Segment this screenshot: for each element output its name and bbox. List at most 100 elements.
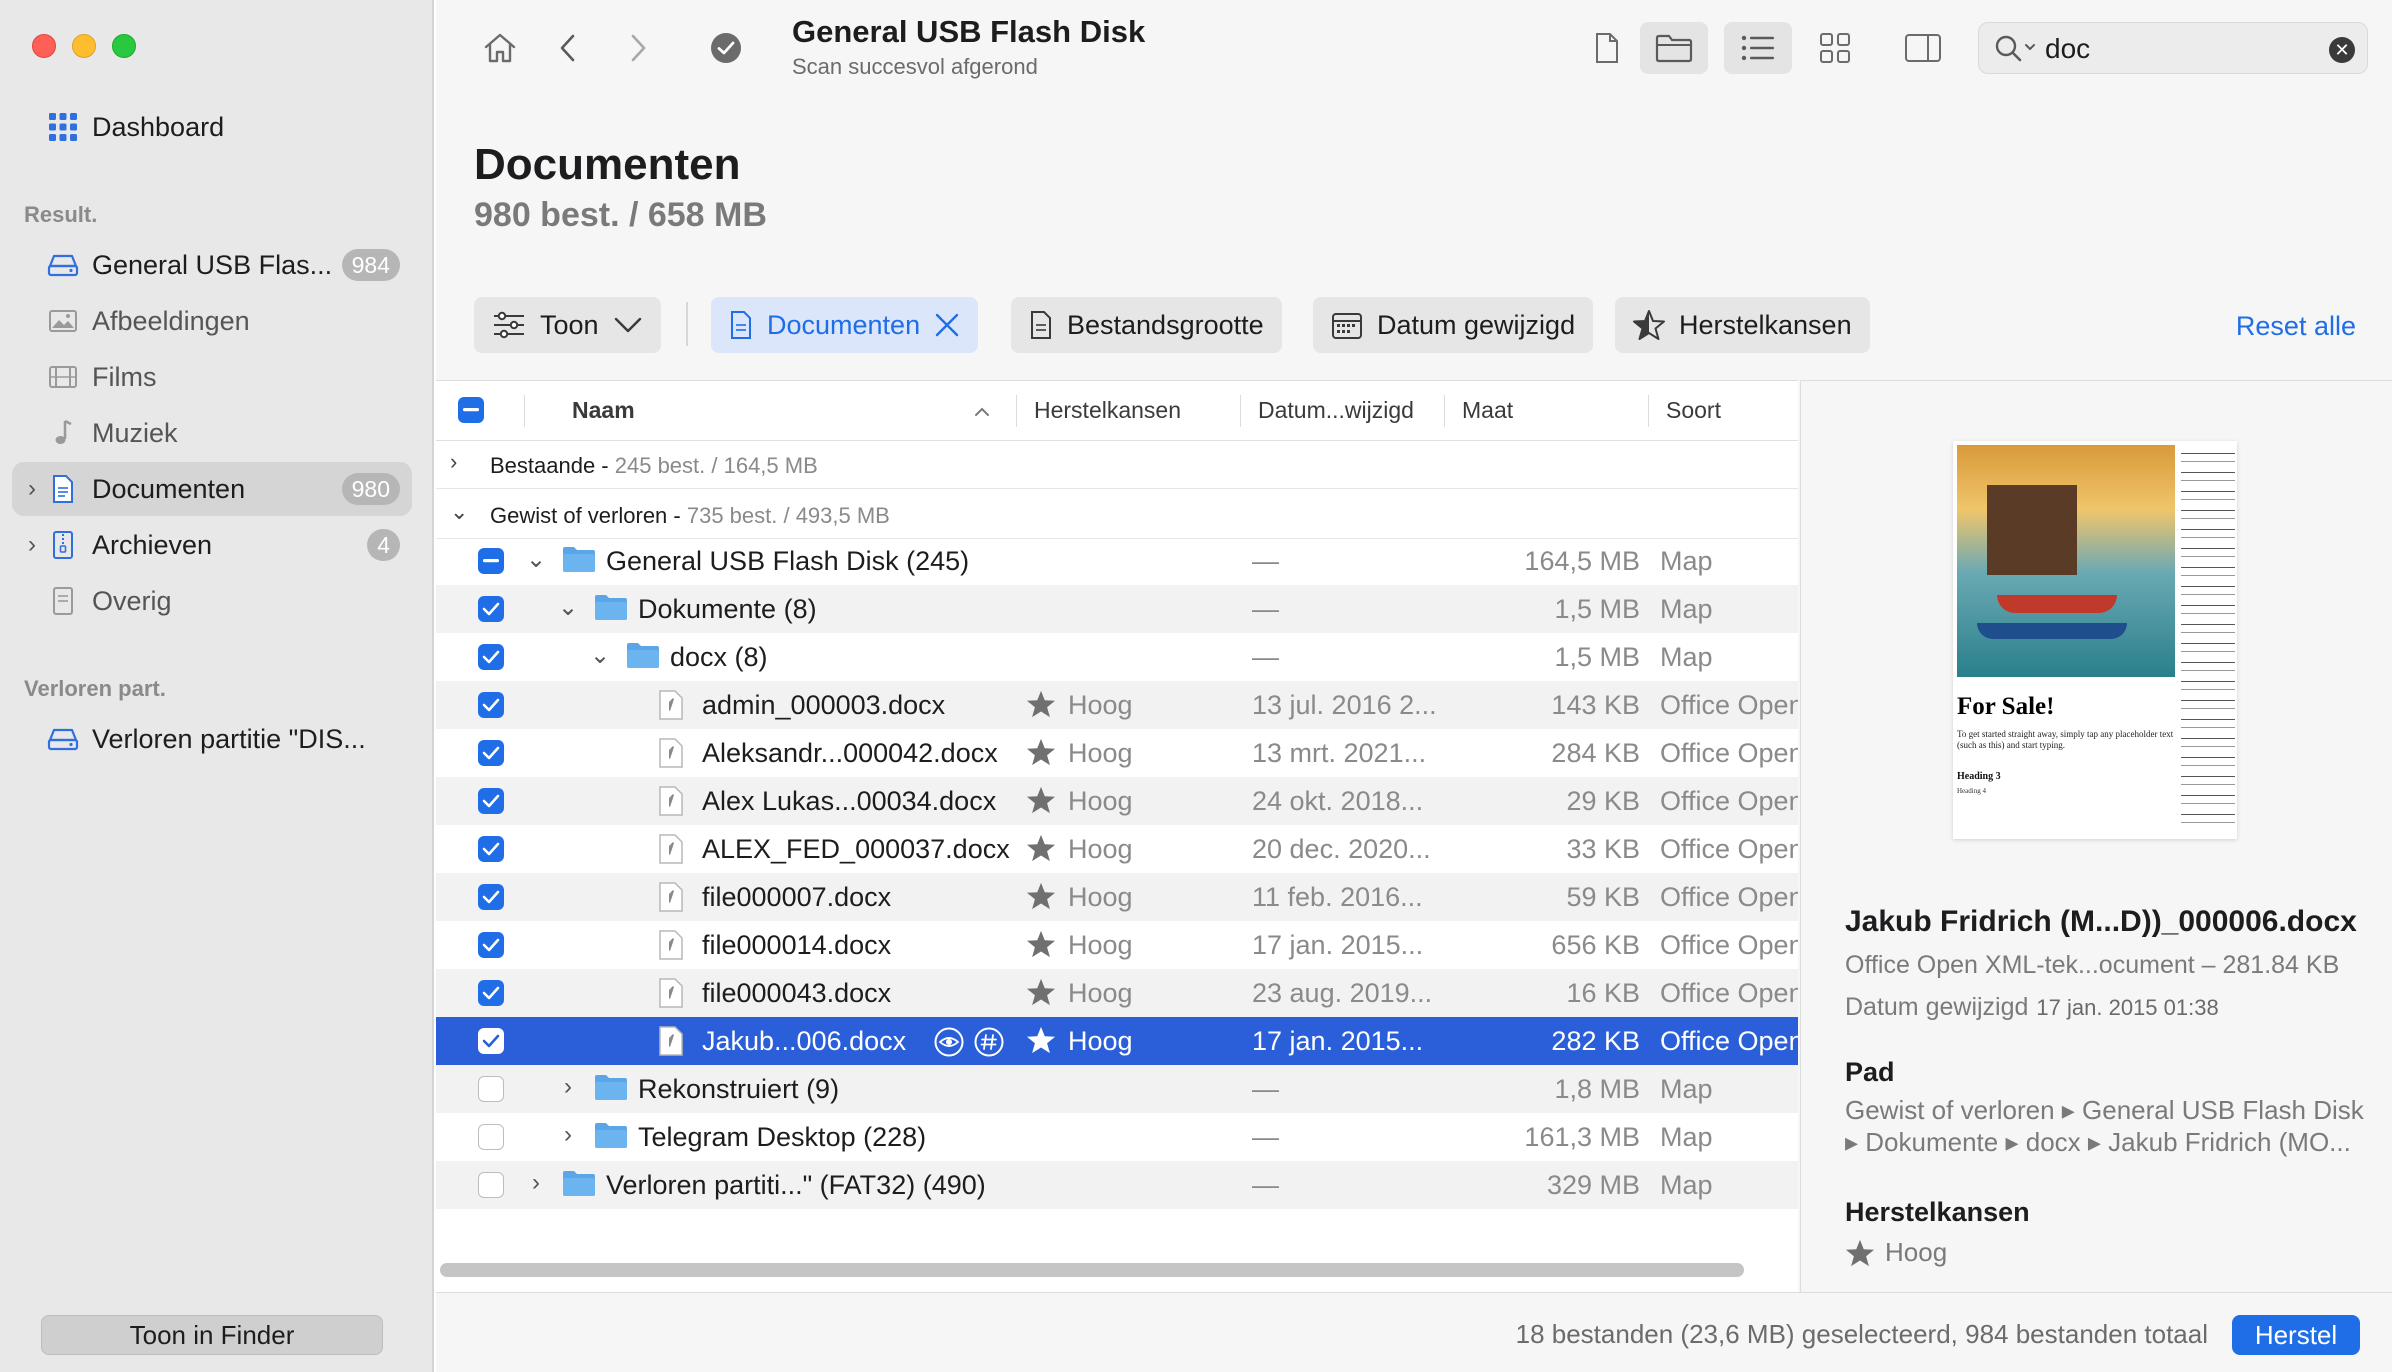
row-checkbox[interactable] [478,548,504,574]
toggle-preview-button[interactable] [1894,22,1952,74]
sidebar-item-lost-partition[interactable]: Verloren partitie "DIS... [12,712,412,766]
docx-file-icon [659,786,683,816]
column-datum[interactable]: Datum...wijzigd [1258,397,1414,424]
minimize-window-button[interactable] [72,34,96,58]
toon-filter-button[interactable]: Toon [474,297,661,353]
sliders-icon [494,311,524,339]
sidebar-item-films[interactable]: Films [12,350,412,404]
table-row-selected[interactable]: Jakub...006.docx Hoog 17 jan. 2015... 28… [436,1017,1798,1065]
table-row[interactable]: ⌄ Dokumente (8) — 1,5 MB Map [436,585,1798,633]
chevron-right-icon[interactable]: › [556,1073,580,1101]
row-checkbox[interactable] [478,1124,504,1150]
table-row[interactable]: file000014.docx Hoog 17 jan. 2015... 656… [436,921,1798,969]
preview-date-value: 17 jan. 2015 01:38 [2036,995,2219,1020]
zoom-window-button[interactable] [112,34,136,58]
clear-search-icon[interactable]: ✕ [2329,37,2355,63]
group-gewist-of-verloren[interactable]: ⌄ Gewist of verloren - 735 best. / 493,5… [436,491,1798,539]
file-kind: Map [1660,1170,1713,1200]
row-checkbox[interactable] [478,1028,504,1054]
row-checkbox[interactable] [478,1076,504,1102]
chevron-down-icon[interactable]: ⌄ [588,641,612,670]
row-checkbox[interactable] [478,596,504,622]
sidebar-item-usb-disk[interactable]: General USB Flas... 984 [12,238,412,292]
column-maat[interactable]: Maat [1462,397,1513,424]
table-row[interactable]: file000007.docx Hoog 11 feb. 2016... 59 … [436,873,1798,921]
search-field[interactable]: ✕ [1978,22,2368,74]
group-bestaande[interactable]: › Bestaande - 245 best. / 164,5 MB [436,441,1798,489]
horizontal-scrollbar[interactable] [440,1263,1744,1277]
sidebar-item-documenten[interactable]: › Documenten 980 [12,462,412,516]
table-row[interactable]: file000043.docx Hoog 23 aug. 2019... 16 … [436,969,1798,1017]
grid-view-button[interactable] [1806,22,1864,74]
chevron-right-icon[interactable]: › [22,531,42,559]
select-all-checkbox[interactable] [458,397,484,423]
sidebar-item-overig[interactable]: Overig [12,574,412,628]
row-checkbox[interactable] [478,980,504,1006]
reset-all-link[interactable]: Reset alle [2236,311,2356,342]
row-checkbox[interactable] [478,644,504,670]
sidebar-item-dashboard[interactable]: Dashboard [12,100,412,154]
hash-icon[interactable] [974,1027,1004,1057]
group-label: Gewist of verloren - 735 best. / 493,5 M… [490,503,890,529]
file-name: file000014.docx [702,930,892,960]
search-input[interactable] [2045,31,2315,67]
table-row[interactable]: › Verloren partiti..." (FAT32) (490) — 3… [436,1161,1798,1209]
docx-file-icon [659,834,683,864]
chevron-right-icon[interactable]: › [22,475,42,503]
file-table: Naam Herstelkansen Datum...wijzigd Maat … [436,380,1798,1292]
row-checkbox[interactable] [478,836,504,862]
table-row[interactable]: Alex Lukas...00034.docx Hoog 24 okt. 201… [436,777,1798,825]
forward-button[interactable] [616,22,660,74]
chevron-right-icon[interactable]: › [556,1121,580,1149]
close-window-button[interactable] [32,34,56,58]
chevron-right-icon[interactable]: › [524,1169,548,1197]
column-soort[interactable]: Soort [1666,397,1721,424]
table-row[interactable]: ⌄ docx (8) — 1,5 MB Map [436,633,1798,681]
table-row[interactable]: admin_000003.docx Hoog 13 jul. 2016 2...… [436,681,1798,729]
column-naam[interactable]: Naam [572,397,635,424]
folder-view-button[interactable] [1640,22,1708,74]
row-checkbox[interactable] [478,1172,504,1198]
star-icon [1026,930,1056,958]
sort-ascending-icon[interactable] [974,407,990,417]
eye-icon[interactable] [934,1027,964,1057]
recovery-chance: Hoog [1068,930,1133,960]
table-row[interactable]: ALEX_FED_000037.docx Hoog 20 dec. 2020..… [436,825,1798,873]
datum-filter-button[interactable]: Datum gewijzigd [1313,297,1594,353]
chevron-down-icon[interactable]: ⌄ [524,545,548,574]
recover-button[interactable]: Herstel [2232,1315,2360,1355]
list-view-button[interactable] [1724,22,1792,74]
thumbnail-title: For Sale! [1957,693,2055,720]
scan-complete-status [704,22,748,74]
file-view-button[interactable] [1578,22,1636,74]
herstelkansen-filter-button[interactable]: Herstelkansen [1615,297,1870,353]
file-date: — [1252,594,1279,624]
search-icon[interactable] [1993,33,2041,70]
documenten-filter-chip[interactable]: Documenten [711,297,979,353]
chevron-down-icon[interactable]: ⌄ [556,593,580,622]
sidebar-item-label: Dashboard [92,111,225,142]
home-button[interactable] [474,22,526,74]
row-checkbox[interactable] [478,884,504,910]
folder-icon [595,1075,627,1100]
row-checkbox[interactable] [478,788,504,814]
preview-panel: For Sale! To get started straight away, … [1800,380,2392,1292]
chevron-right-icon[interactable]: › [450,449,457,475]
table-row[interactable]: › Telegram Desktop (228) — 161,3 MB Map [436,1113,1798,1161]
folder-icon [595,595,627,620]
sidebar-item-muziek[interactable]: Muziek [12,406,412,460]
row-checkbox[interactable] [478,932,504,958]
show-in-finder-button[interactable]: Toon in Finder [41,1315,383,1355]
back-button[interactable] [546,22,590,74]
column-herstelkansen[interactable]: Herstelkansen [1034,397,1181,424]
row-checkbox[interactable] [478,692,504,718]
document-thumbnail[interactable]: For Sale! To get started straight away, … [1953,441,2237,839]
row-checkbox[interactable] [478,740,504,766]
sidebar-item-afbeeldingen[interactable]: Afbeeldingen [12,294,412,348]
chevron-down-icon[interactable]: ⌄ [450,499,468,525]
table-row[interactable]: Aleksandr...000042.docx Hoog 13 mrt. 202… [436,729,1798,777]
sidebar-item-archieven[interactable]: › Archieven 4 [12,518,412,572]
table-row[interactable]: › Rekonstruiert (9) — 1,8 MB Map [436,1065,1798,1113]
bestandsgrootte-filter-button[interactable]: Bestandsgrootte [1011,297,1282,353]
table-row[interactable]: ⌄ General USB Flash Disk (245) — 164,5 M… [436,537,1798,585]
